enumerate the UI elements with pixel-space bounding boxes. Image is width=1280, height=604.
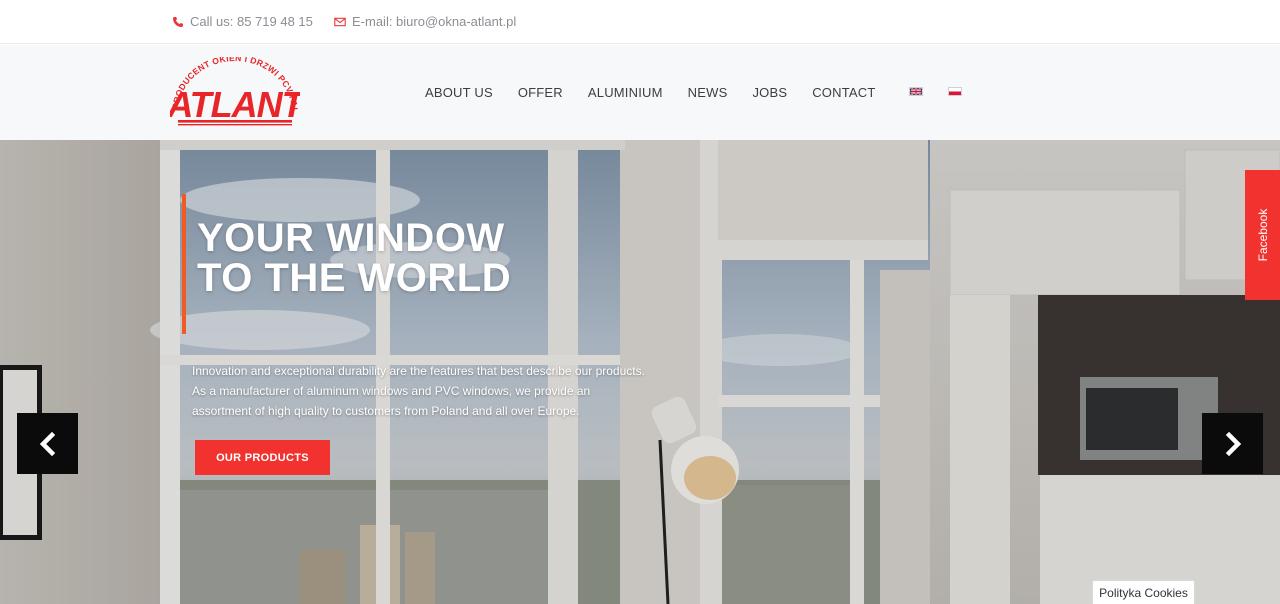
polish-flag-icon[interactable] (948, 87, 962, 96)
nav-news[interactable]: NEWS (688, 85, 728, 100)
hero-slider: YOUR WINDOW TO THE WORLD Innovation and … (0, 140, 1280, 604)
nav-aluminium[interactable]: ALUMINIUM (588, 85, 663, 100)
hero-title: YOUR WINDOW TO THE WORLD (197, 218, 511, 298)
nav-about-us[interactable]: ABOUT US (425, 85, 493, 100)
hero-description: Innovation and exceptional durability ar… (192, 364, 645, 418)
phone-icon (173, 16, 183, 27)
nav-jobs[interactable]: JOBS (752, 85, 787, 100)
slider-next-button[interactable] (1202, 413, 1263, 474)
slider-prev-button[interactable] (17, 413, 78, 474)
site-header: PRODUCENT OKIEN I DRZWI PCV I ALU ATLANT… (0, 45, 1280, 140)
facebook-tab-label: Facebook (1255, 208, 1270, 262)
facebook-side-tab[interactable]: Facebook (1245, 170, 1280, 300)
nav-contact[interactable]: CONTACT (812, 85, 875, 100)
hero-title-line-2: TO THE WORLD (197, 256, 512, 300)
our-products-button[interactable]: OUR PRODUCTS (195, 440, 330, 475)
hero-title-line-1: YOUR WINDOW (197, 216, 505, 260)
chevron-left-icon (39, 431, 55, 456)
nav-offer[interactable]: OFFER (518, 85, 563, 100)
chevron-right-icon (1225, 431, 1241, 456)
hero-accent-bar (182, 194, 186, 334)
email-text: E-mail: biuro@okna-atlant.pl (352, 14, 517, 29)
email-contact[interactable]: E-mail: biuro@okna-atlant.pl (334, 14, 516, 29)
phone-contact[interactable]: Call us: 85 719 48 15 (172, 14, 313, 29)
top-contact-bar: Call us: 85 719 48 15 E-mail: biuro@okna… (0, 0, 1280, 44)
main-navigation: ABOUT US OFFER ALUMINIUM NEWS JOBS CONTA… (425, 85, 900, 100)
envelope-icon (334, 17, 346, 26)
svg-text:ATLANT: ATLANT (170, 84, 300, 125)
phone-text: Call us: 85 719 48 15 (190, 14, 313, 29)
atlant-logo[interactable]: PRODUCENT OKIEN I DRZWI PCV I ALU ATLANT (170, 57, 300, 127)
english-flag-icon[interactable] (909, 87, 923, 96)
cookies-policy-link[interactable]: Polityka Cookies (1092, 580, 1195, 604)
